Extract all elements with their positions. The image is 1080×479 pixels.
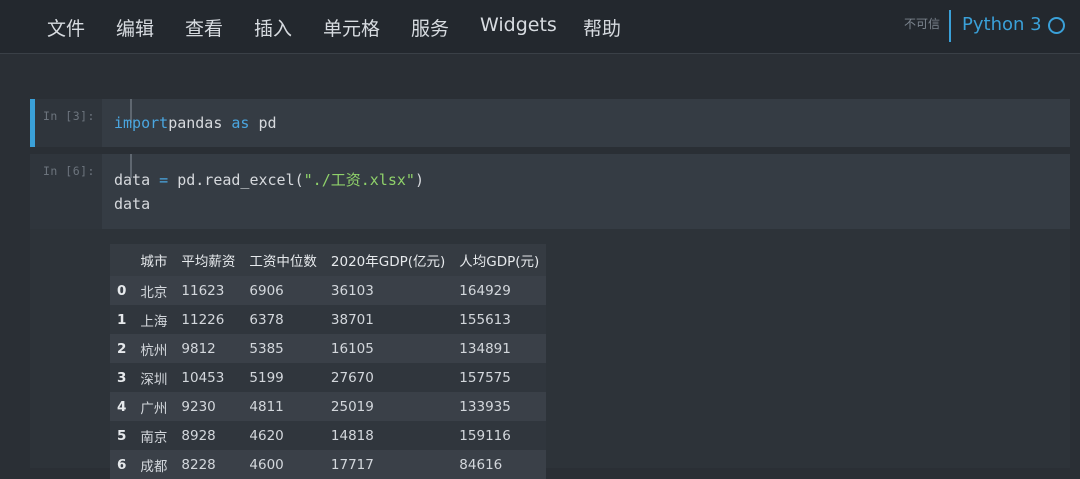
- table-cell: 38701: [323, 305, 453, 334]
- table-cell: 成都: [133, 450, 175, 479]
- table-header-row: 城市 平均薪资 工资中位数 2020年GDP(亿元) 人均GDP(元): [110, 244, 547, 276]
- table-cell: 广州: [133, 392, 175, 421]
- table-cell: 深圳: [133, 363, 175, 392]
- menu-view[interactable]: 查看: [185, 14, 223, 41]
- column-header: 城市: [133, 244, 175, 276]
- code-keyword: as: [222, 114, 250, 132]
- table-cell: 9230: [174, 392, 243, 421]
- code-token: ): [414, 171, 424, 189]
- code-string: "./工资.xlsx": [303, 171, 415, 189]
- table-cell: 11226: [174, 305, 243, 334]
- table-row: 3 深圳 10453 5199 27670 157575: [110, 363, 547, 392]
- table-cell: 155613: [452, 305, 547, 334]
- table-row: 0 北京 11623 6906 36103 164929: [110, 276, 547, 305]
- kernel-divider: [949, 10, 951, 42]
- table-cell: 84616: [452, 450, 547, 479]
- code-token: pandas: [168, 114, 223, 132]
- table-cell: 6378: [242, 305, 324, 334]
- code-token: pd.read_excel(: [168, 171, 304, 189]
- menu-kernel[interactable]: 服务: [411, 14, 449, 41]
- row-index: 3: [110, 363, 134, 392]
- row-index: 1: [110, 305, 134, 334]
- table-cell: 17717: [323, 450, 453, 479]
- table-cell: 164929: [452, 276, 547, 305]
- table-cell: 4811: [242, 392, 324, 421]
- table-row: 6 成都 8228 4600 17717 84616: [110, 450, 547, 479]
- index-header: [110, 244, 134, 276]
- table-cell: 133935: [452, 392, 547, 421]
- code-token: data: [114, 195, 151, 213]
- table-cell: 25019: [323, 392, 453, 421]
- code-token: =: [159, 171, 169, 189]
- row-index: 5: [110, 421, 134, 450]
- table-cell: 11623: [174, 276, 243, 305]
- code-line: data = pd.read_excel("./工资.xlsx"): [114, 169, 424, 190]
- table-cell: 4620: [242, 421, 324, 450]
- code-keyword: import: [114, 114, 169, 132]
- table-cell: 14818: [323, 421, 453, 450]
- table-cell: 157575: [452, 363, 547, 392]
- menu-edit[interactable]: 编辑: [116, 14, 154, 41]
- menu-insert[interactable]: 插入: [254, 14, 292, 41]
- table-cell: 上海: [133, 305, 175, 334]
- table-row: 2 杭州 9812 5385 16105 134891: [110, 334, 547, 363]
- table-row: 1 上海 11226 6378 38701 155613: [110, 305, 547, 334]
- cell-prompt: In [3]:: [43, 109, 95, 123]
- table-cell: 8928: [174, 421, 243, 450]
- table-row: 5 南京 8928 4620 14818 159116: [110, 421, 547, 450]
- table-cell: 4600: [242, 450, 324, 479]
- row-index: 4: [110, 392, 134, 421]
- row-index: 0: [110, 276, 134, 305]
- column-header: 人均GDP(元): [452, 244, 547, 276]
- table-cell: 10453: [174, 363, 243, 392]
- kernel-name[interactable]: Python 3: [962, 14, 1042, 35]
- code-line: importpandas as pd: [114, 114, 277, 132]
- dataframe-table: 城市 平均薪资 工资中位数 2020年GDP(亿元) 人均GDP(元) 0 北京 11623…: [110, 244, 547, 479]
- row-index: 6: [110, 450, 134, 479]
- menu-widgets[interactable]: Widgets: [480, 14, 557, 36]
- column-header: 工资中位数: [242, 244, 324, 276]
- cell-prompt: In [6]:: [43, 164, 95, 178]
- kernel-idle-icon: [1048, 17, 1065, 34]
- table-cell: 9812: [174, 334, 243, 363]
- trust-indicator[interactable]: 不可信: [904, 15, 940, 32]
- table-cell: 6906: [242, 276, 324, 305]
- table-cell: 36103: [323, 276, 453, 305]
- row-index: 2: [110, 334, 134, 363]
- code-token: pd: [249, 114, 277, 132]
- menu-bar: 文件 编辑 查看 插入 单元格 服务 Widgets 帮助 不可信 Python…: [0, 0, 1080, 54]
- table-cell: 5199: [242, 363, 324, 392]
- table-cell: 5385: [242, 334, 324, 363]
- table-cell: 南京: [133, 421, 175, 450]
- table-cell: 北京: [133, 276, 175, 305]
- table-row: 4 广州 9230 4811 25019 133935: [110, 392, 547, 421]
- table-cell: 16105: [323, 334, 453, 363]
- table-cell: 杭州: [133, 334, 175, 363]
- table-cell: 159116: [452, 421, 547, 450]
- column-header: 平均薪资: [174, 244, 243, 276]
- table-cell: 134891: [452, 334, 547, 363]
- menu-help[interactable]: 帮助: [583, 14, 621, 41]
- table-cell: 8228: [174, 450, 243, 479]
- menu-cell[interactable]: 单元格: [323, 14, 380, 41]
- code-token: data: [114, 171, 160, 189]
- code-line: data: [114, 195, 150, 213]
- column-header: 2020年GDP(亿元): [323, 244, 453, 276]
- cell-input[interactable]: [102, 154, 1070, 229]
- menu-file[interactable]: 文件: [47, 14, 85, 41]
- table-cell: 27670: [323, 363, 453, 392]
- code-cell-1[interactable]: In [3]: importpandas as pd: [30, 99, 1070, 147]
